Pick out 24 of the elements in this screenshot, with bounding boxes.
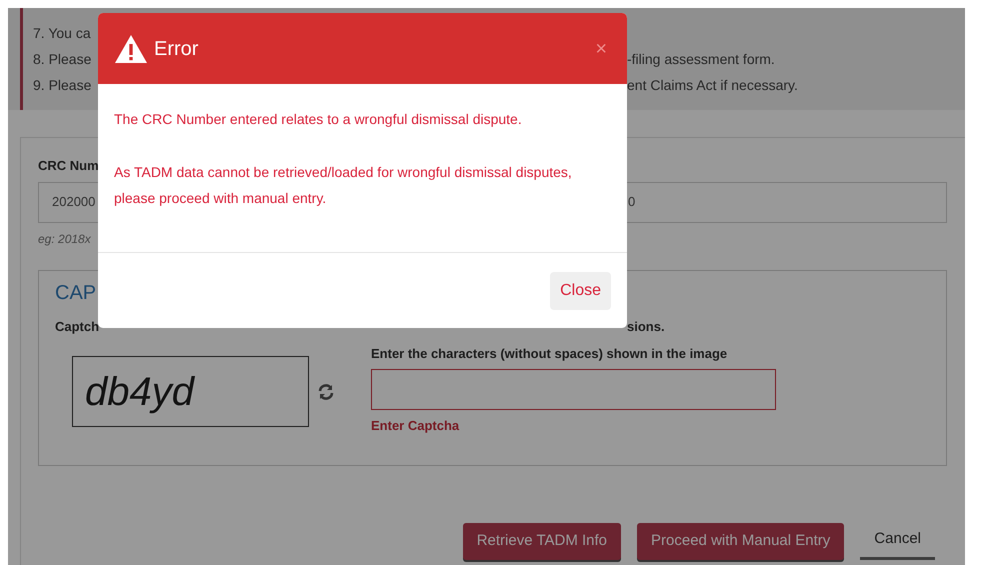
captcha-label: sions.: [627, 318, 665, 336]
hint-text: eg: 2018x: [38, 230, 92, 248]
error-message: As TADM data cannot be retrieved/loaded for wrongful dismissal disputes, please proceed with manual entry.: [114, 163, 573, 208]
captcha-instruction: Enter the characters (without spaces) shown in the image: [371, 345, 728, 363]
note-text: ent Claims Act if necessary.: [627, 76, 798, 95]
captcha-input[interactable]: [371, 368, 776, 410]
note-text: 9. Please: [33, 76, 92, 95]
close-button[interactable]: Close: [550, 272, 611, 310]
refresh-icon[interactable]: [317, 382, 335, 400]
note-text: 8. Please: [33, 50, 92, 69]
note-text: -filing assessment form.: [627, 50, 775, 69]
captcha-image: db4yd: [72, 356, 309, 427]
captcha-label: Captch: [55, 318, 100, 336]
action-button[interactable]: Proceed with Manual Entry: [637, 522, 844, 560]
note-text: 7. You ca: [33, 24, 91, 43]
action-button[interactable]: Retrieve TADM Info: [462, 522, 622, 560]
warning-icon: [114, 34, 148, 64]
error-message: The CRC Number entered relates to a wrongful dismissal dispute.: [114, 110, 523, 129]
cancel-link[interactable]: Cancel: [860, 522, 935, 560]
field-label: CRC Num: [38, 157, 99, 175]
error-text: Enter Captcha: [371, 416, 460, 435]
captcha-title: CAP: [55, 280, 96, 304]
close-button[interactable]: ×: [591, 34, 611, 64]
dialog-title: Error: [154, 36, 198, 62]
